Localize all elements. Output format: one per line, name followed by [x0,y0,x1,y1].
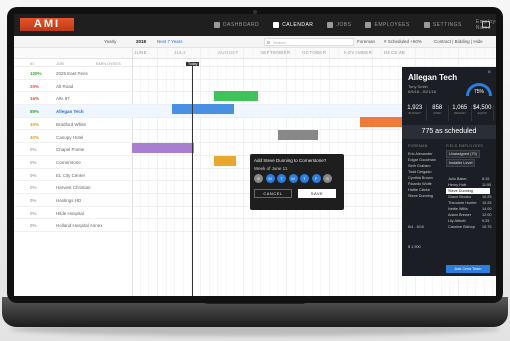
schedule-bar[interactable] [278,130,318,140]
col-job: JOB [56,61,64,66]
stat-equip: $4,500 EQUIP [472,105,494,121]
team-member[interactable]: Cynthia Brown [408,176,433,180]
app-screen: AMI DASHBOARD CALENDAR JOBS EMPLOYEES SE… [14,14,496,296]
field-tag: FIELD EMPLOYEES [446,144,483,148]
gear-icon [423,22,430,28]
cancel-button[interactable]: CANCEL [254,189,292,198]
schedule-bar[interactable] [214,91,258,101]
col-employees: EMPLOYEES [96,61,121,66]
gauge-value: 75% [474,89,485,95]
col-id: ID [30,61,34,66]
home-icon [214,22,220,28]
contract-filter[interactable]: Contract | Bidding | Hide [434,39,483,44]
team-member[interactable]: Ricardo Wolfe [408,182,432,186]
employee-item[interactable]: Nettie Willis [448,207,468,211]
job-detail-panel: × Allegan Tech Tony Smith 6/5/18 - 8/21/… [402,67,496,276]
today-marker: Today [186,62,200,66]
employee-hours: 14.00 [482,207,492,211]
search-icon [267,41,270,44]
week-range: 6/4 - 6/10 [408,225,425,229]
top-navbar: AMI DASHBOARD CALENDAR JOBS EMPLOYEES SE… [14,14,496,36]
save-button[interactable]: SAVE [298,189,336,198]
nav-employees[interactable]: EMPLOYEES [365,14,409,36]
logout-icon[interactable] [482,21,490,28]
employee-item[interactable]: Theodore Hunter [448,201,477,205]
panel-title: Allegan Tech [408,73,458,82]
stat-used: 858 USED [427,105,449,121]
dialog-title: Add Steve Dunning to Cornerstone? [254,158,327,163]
stat-remain: 1,065 REMAIN [449,105,472,121]
schedule-bar[interactable] [360,117,402,127]
add-crew-button[interactable]: Add Crew Team [446,265,490,273]
employee-item[interactable]: Adam Brewer [448,213,471,217]
nav-jobs[interactable]: JOBS [327,14,351,36]
day-toggle[interactable]: T [277,174,286,183]
next-years-link[interactable]: Next 7 Years [157,39,183,44]
employee-hours: 10.25 [482,201,492,205]
nav-settings[interactable]: SETTINGS [423,14,462,36]
schedule-bar[interactable] [214,156,236,166]
nav-dashboard[interactable]: DASHBOARD [214,14,259,36]
team-member[interactable]: Steve Dunning [408,194,433,198]
dialog-actions: CANCEL SAVE [254,189,340,198]
team-member[interactable]: Seth Graham [408,164,431,168]
day-toggle[interactable]: M [265,174,275,183]
day-toggle[interactable]: T [300,174,309,183]
employee-hours: 8:15 [482,177,490,181]
cost-value: $ 1,900 [408,245,421,249]
employee-item[interactable]: Julio Baker [448,177,467,181]
scheduled-total: 775 as scheduled [402,125,496,139]
briefcase-icon [327,22,334,28]
team-member[interactable]: Eric Alexander [408,152,432,156]
team-member[interactable]: Edgar Goodman [408,158,436,162]
assign-dialog: Add Steve Dunning to Cornerstone? Week o… [250,154,344,210]
people-icon [365,22,372,28]
employee-item[interactable]: Henry Hutt [448,183,466,187]
employee-item[interactable]: Grace Brooks [448,195,471,199]
stat-budget: 1,923 BUDGET [404,105,427,121]
panel-stats: 1,923 BUDGET 858 USED 1,065 REMAIN $4,500 EQ… [404,105,494,121]
panel-dates: 6/5/18 - 8/21/18 [408,89,437,94]
calendar-icon [273,22,280,28]
employee-hours: 10.25 [482,195,492,199]
unassigned-select[interactable]: Unassigned (70) [446,150,480,158]
team-member[interactable]: Hattie Clarke [408,188,430,192]
team-member[interactable]: Todd Delgado [408,170,431,174]
employee-item-selected[interactable]: Steve Dunning [446,188,490,194]
foreman-filter[interactable]: Foreman [357,39,375,44]
nav-calendar[interactable]: CALENDAR [273,14,313,36]
stage: AMI DASHBOARD CALENDAR JOBS EMPLOYEES SE… [0,0,510,341]
day-toggle[interactable]: S [323,174,332,183]
employee-hours: 10.75 [482,225,492,229]
day-toggle[interactable]: W [288,174,298,183]
day-picker: S M T W T F S [254,174,340,183]
employee-item[interactable]: Lily Abbott [448,219,466,223]
employee-hours: 12.00 [482,213,492,217]
employee-hours: 11:55 [482,183,492,187]
foreman-tag: FOREMAN [408,144,428,148]
day-toggle[interactable]: S [254,174,263,183]
dialog-week: Week of June 11 [254,166,288,171]
schedule-bar[interactable] [132,143,194,153]
scheduled-filter[interactable]: # Scheduled +60% [384,39,422,44]
install-level-select[interactable]: Installer Level [446,159,476,167]
view-select[interactable]: Yearly [104,39,116,44]
employee-hours: 9.25 [482,219,490,223]
employee-item[interactable]: Caroline Bishop [448,225,475,229]
main-nav: DASHBOARD CALENDAR JOBS EMPLOYEES SETTIN… [214,14,496,36]
today-line [192,62,193,296]
schedule-bar[interactable] [172,104,234,114]
app-logo[interactable]: AMI [20,18,74,31]
day-toggle[interactable]: F [311,174,321,183]
close-icon[interactable]: × [487,70,491,76]
calendar-toolbar: Yearly 2018 Next 7 Years Search... Forem… [14,36,496,48]
year-label: 2018 [136,39,147,44]
search-input[interactable]: Search... [264,38,354,46]
